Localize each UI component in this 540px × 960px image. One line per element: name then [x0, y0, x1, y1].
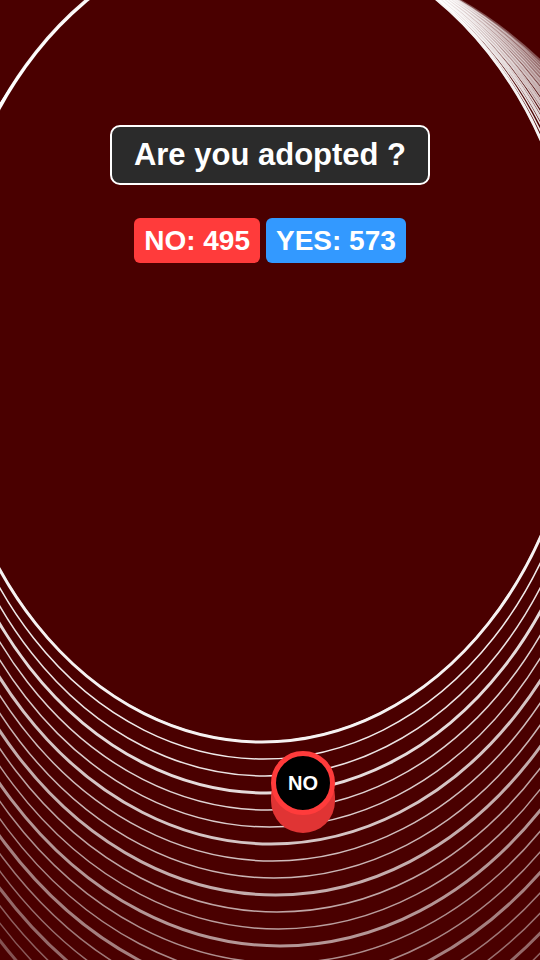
score-row: NO: 495YES: 573 — [134, 218, 406, 263]
token-top[interactable]: NO — [271, 751, 335, 815]
question-text: Are you adopted ? — [134, 136, 406, 173]
game-screen: Are you adopted ? NO: 495YES: 573 NO — [0, 0, 540, 960]
score-badge: NO: 495 — [134, 218, 260, 263]
player-token[interactable]: NO — [271, 751, 335, 835]
hud: Are you adopted ? NO: 495YES: 573 — [0, 0, 540, 263]
question-box: Are you adopted ? — [110, 125, 430, 185]
score-badge: YES: 573 — [266, 218, 406, 263]
token-label: NO — [288, 773, 318, 793]
